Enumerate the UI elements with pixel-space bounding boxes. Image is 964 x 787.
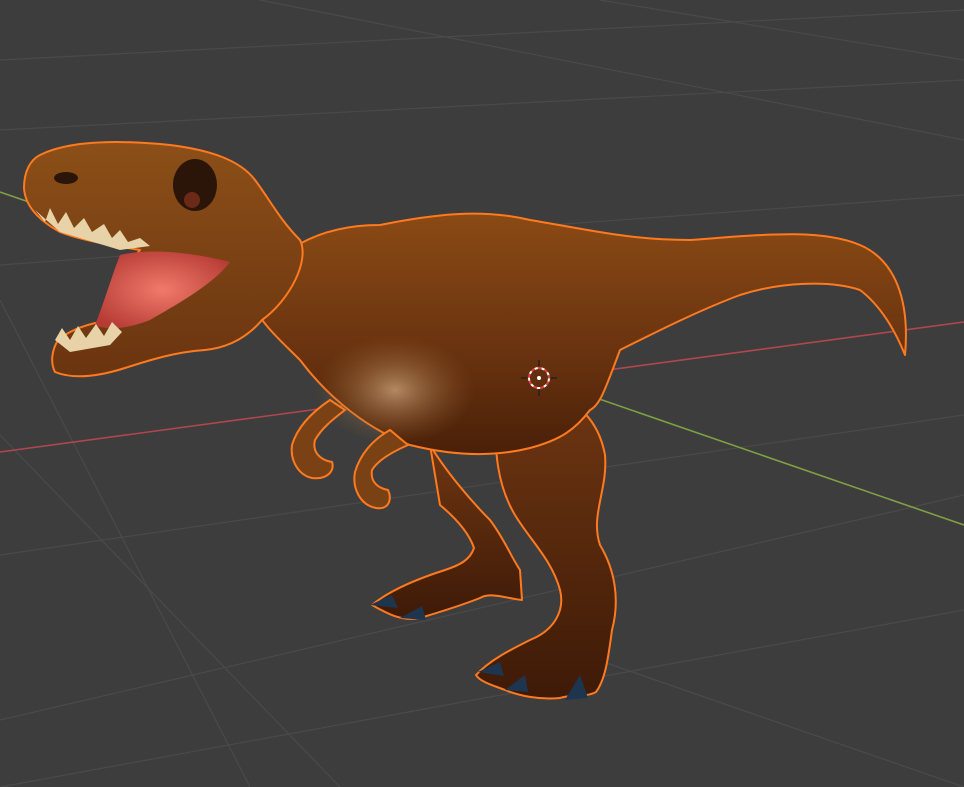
t-rex-model[interactable] bbox=[23, 141, 907, 700]
t-rex-nostril bbox=[54, 172, 78, 184]
t-rex-eye-pupil bbox=[184, 192, 200, 208]
viewport-canvas[interactable] bbox=[0, 0, 964, 787]
t-rex-belly-highlight bbox=[315, 335, 475, 445]
3d-viewport[interactable] bbox=[0, 0, 964, 787]
